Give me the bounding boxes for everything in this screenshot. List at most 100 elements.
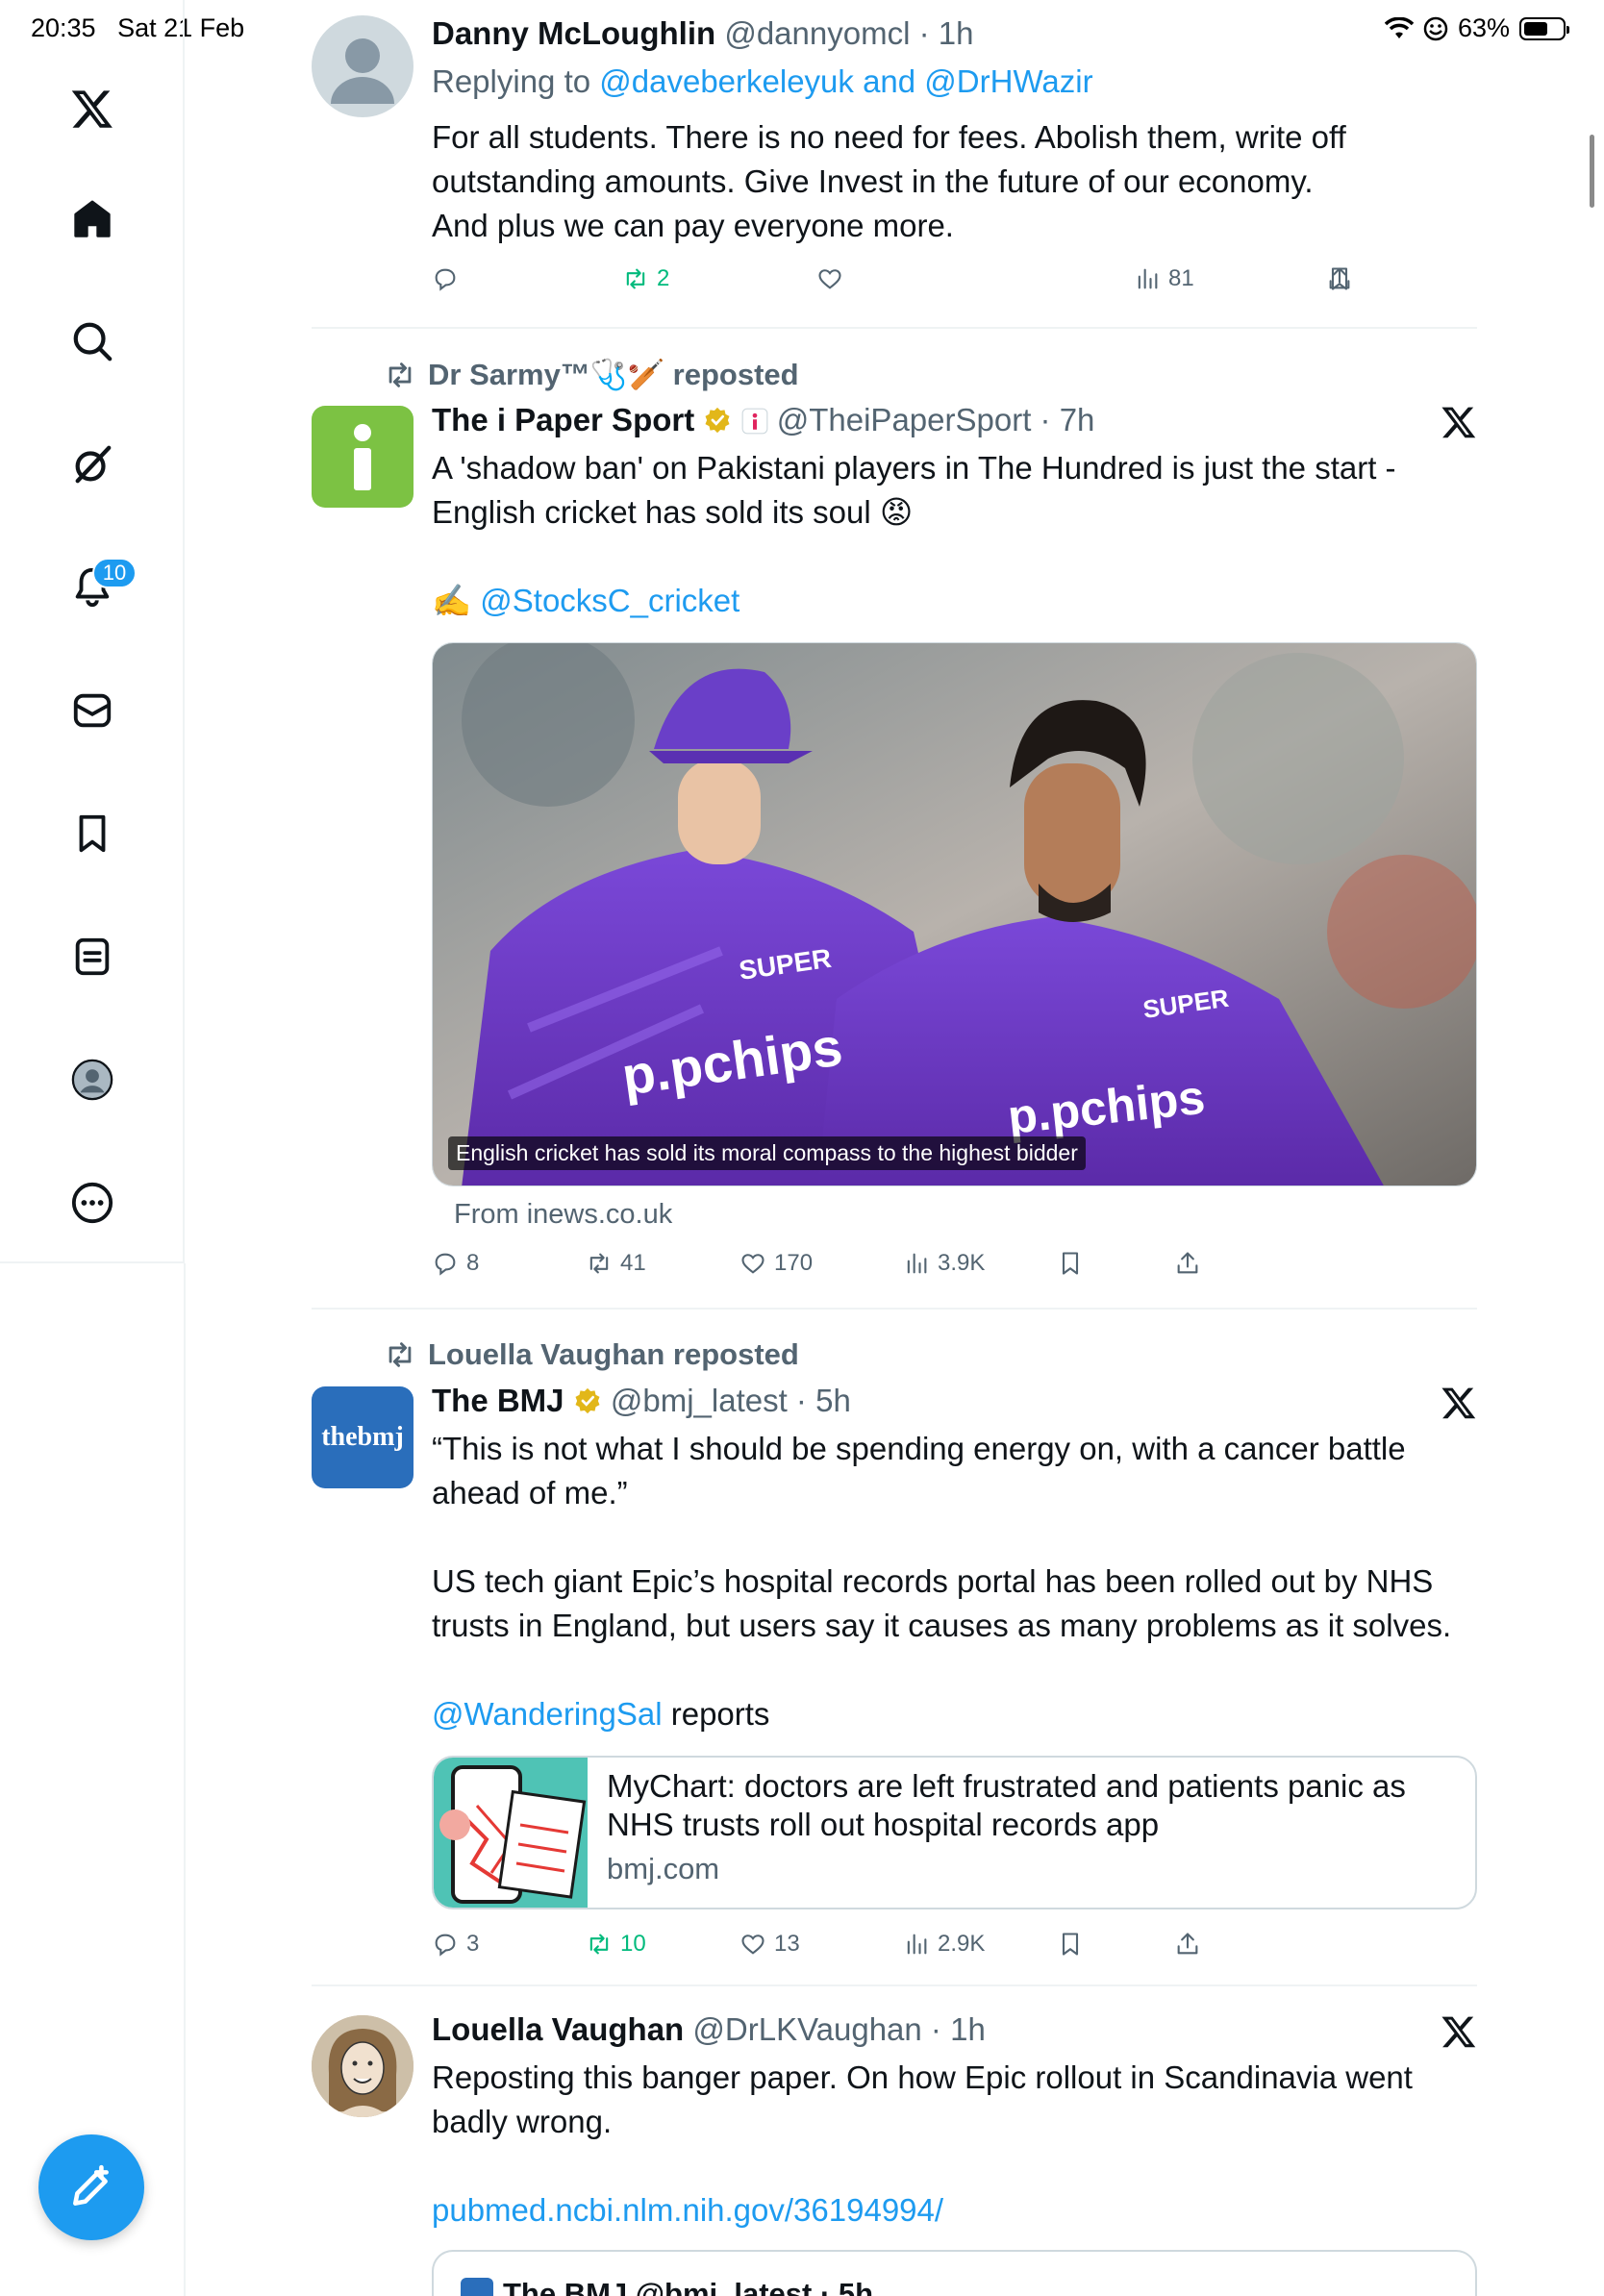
bookmarks-icon[interactable] bbox=[54, 795, 131, 872]
home-icon[interactable] bbox=[54, 181, 131, 258]
repost-button[interactable]: 2 bbox=[622, 265, 669, 292]
post-text: “This is not what I should be spending e… bbox=[432, 1431, 1452, 1732]
link-source[interactable]: From inews.co.uk bbox=[454, 1194, 672, 1235]
x-logo-icon[interactable] bbox=[54, 70, 131, 147]
post-time[interactable]: 5h bbox=[815, 1383, 851, 1418]
more-icon[interactable] bbox=[54, 1164, 131, 1241]
battery-icon bbox=[1519, 16, 1569, 40]
share-icon bbox=[1177, 1252, 1198, 1274]
sidebar: 10 bbox=[0, 0, 185, 1263]
search-icon[interactable] bbox=[54, 303, 131, 380]
post-text: For all students. There is no need for f… bbox=[432, 119, 1346, 243]
grok-icon[interactable] bbox=[54, 426, 131, 503]
post-header: Danny McLoughlin @dannyomcl · 1h bbox=[432, 15, 974, 51]
repost-icon bbox=[626, 268, 645, 289]
battery-level bbox=[1524, 21, 1547, 36]
share-button[interactable] bbox=[1174, 1931, 1201, 1958]
messages-icon[interactable] bbox=[54, 672, 131, 749]
quoted-avatar bbox=[461, 2278, 493, 2296]
share-icon bbox=[1177, 1933, 1198, 1955]
profile-icon[interactable] bbox=[54, 1041, 131, 1118]
author-handle[interactable]: @DrLKVaughan bbox=[692, 2011, 921, 2047]
post-time[interactable]: 1h bbox=[939, 15, 974, 51]
mention-link[interactable]: @WanderingSal bbox=[432, 1696, 663, 1732]
share-icon bbox=[1329, 267, 1350, 289]
reply-button[interactable] bbox=[432, 265, 466, 292]
link-card[interactable]: MyChart: doctors are left frustrated and… bbox=[432, 1756, 1477, 1909]
author-handle[interactable]: @TheiPaperSport bbox=[777, 402, 1032, 437]
quoted-post-header: The BMJ @bmj_latest · 5h bbox=[461, 2277, 873, 2296]
reposted-by: Dr Sarmy™🩺🏏 reposted bbox=[428, 358, 799, 391]
post-time[interactable]: 1h bbox=[950, 2011, 986, 2047]
reply-button[interactable]: 8 bbox=[432, 1250, 479, 1277]
post-divider bbox=[312, 327, 1477, 329]
mention-link[interactable]: @StocksC_cricket bbox=[480, 583, 739, 618]
link-card-thumbnail bbox=[434, 1758, 588, 1908]
repost-icon bbox=[589, 1934, 609, 1955]
affiliate-badge-icon bbox=[741, 408, 767, 435]
notifications-badge: 10 bbox=[92, 558, 137, 588]
like-button[interactable]: 13 bbox=[739, 1931, 800, 1958]
pubmed-link[interactable]: pubmed.ncbi.nlm.nih.gov/36194994/ bbox=[432, 2192, 943, 2228]
share-button[interactable] bbox=[1174, 1250, 1201, 1277]
link-card-body: MyChart: doctors are left frustrated and… bbox=[607, 1767, 1456, 1890]
avatar-logo: thebmj bbox=[321, 1422, 404, 1452]
views-button[interactable]: 2.9K bbox=[903, 1931, 985, 1958]
post-time[interactable]: 7h bbox=[1060, 402, 1095, 437]
post-text: A 'shadow ban' on Pakistani players in T… bbox=[432, 450, 1396, 618]
x-logo-icon bbox=[1441, 2016, 1476, 2048]
lists-icon[interactable] bbox=[54, 918, 131, 995]
author-handle[interactable]: @dannyomcl bbox=[724, 15, 910, 51]
post-text: Reposting this banger paper. On how Epic… bbox=[432, 2059, 1413, 2228]
like-button[interactable]: 170 bbox=[739, 1250, 813, 1277]
author-name[interactable]: The BMJ bbox=[432, 1383, 564, 1418]
author-handle[interactable]: @bmj_latest bbox=[611, 1383, 788, 1418]
bookmark-icon bbox=[1062, 1933, 1079, 1956]
like-button[interactable] bbox=[816, 265, 851, 292]
replying-to-link[interactable]: @daveberkeleyuk and @DrHWazir bbox=[599, 63, 1092, 99]
bookmark-button[interactable] bbox=[1057, 1250, 1084, 1277]
scrollbar[interactable] bbox=[1590, 135, 1594, 208]
reply-icon bbox=[435, 1253, 456, 1276]
link-card-title: MyChart: doctors are left frustrated and… bbox=[607, 1768, 1406, 1842]
compose-button[interactable] bbox=[38, 2134, 144, 2240]
avatar[interactable] bbox=[312, 406, 414, 508]
replying-to: Replying to @daveberkeleyuk and @DrHWazi… bbox=[432, 63, 1093, 99]
views-button[interactable]: 3.9K bbox=[903, 1250, 985, 1277]
link-card-domain: bmj.com bbox=[607, 1852, 720, 1885]
author-name[interactable]: The i Paper Sport bbox=[432, 402, 694, 437]
post-divider bbox=[312, 1984, 1477, 1986]
link-card-image[interactable]: p.pchips p.pchips SUPER SUPER English cr… bbox=[432, 642, 1477, 1186]
repost-button[interactable]: 10 bbox=[586, 1931, 646, 1958]
reposted-by: Louella Vaughan reposted bbox=[428, 1337, 799, 1371]
share-button[interactable] bbox=[1326, 265, 1353, 292]
reply-icon bbox=[435, 268, 456, 291]
quoted-post[interactable]: The BMJ @bmj_latest · 5h bbox=[432, 2250, 1477, 2296]
views-icon bbox=[907, 1934, 927, 1955]
avatar[interactable] bbox=[312, 15, 414, 117]
views-icon bbox=[907, 1253, 927, 1274]
repost-context[interactable]: Dr Sarmy™🩺🏏 reposted bbox=[384, 357, 799, 392]
x-logo-icon bbox=[1441, 1387, 1476, 1419]
bookmark-icon bbox=[1062, 1252, 1079, 1275]
compose-icon bbox=[73, 2164, 109, 2206]
repost-icon bbox=[589, 1253, 609, 1274]
reply-button[interactable]: 3 bbox=[432, 1931, 479, 1958]
post-divider bbox=[312, 1308, 1477, 1310]
author-name[interactable]: Danny McLoughlin bbox=[432, 15, 715, 51]
repost-button[interactable]: 41 bbox=[586, 1250, 646, 1277]
post-header: Louella Vaughan @DrLKVaughan · 1h bbox=[432, 2011, 986, 2047]
author-name[interactable]: Louella Vaughan bbox=[432, 2011, 684, 2047]
avatar[interactable]: thebmj bbox=[312, 1386, 414, 1488]
verified-gold-icon bbox=[705, 407, 730, 434]
repost-icon bbox=[388, 1342, 412, 1367]
bookmark-button[interactable] bbox=[1057, 1931, 1084, 1958]
post-actions: 2 81 bbox=[432, 265, 1348, 304]
views-button[interactable]: 81 bbox=[1134, 265, 1194, 292]
reply-icon bbox=[435, 1934, 456, 1957]
heart-icon bbox=[818, 269, 841, 289]
repost-context[interactable]: Louella Vaughan reposted bbox=[384, 1337, 799, 1372]
avatar[interactable] bbox=[312, 2015, 414, 2117]
repost-icon bbox=[388, 362, 412, 387]
post-actions: 3 10 13 2.9K bbox=[432, 1931, 1345, 1969]
